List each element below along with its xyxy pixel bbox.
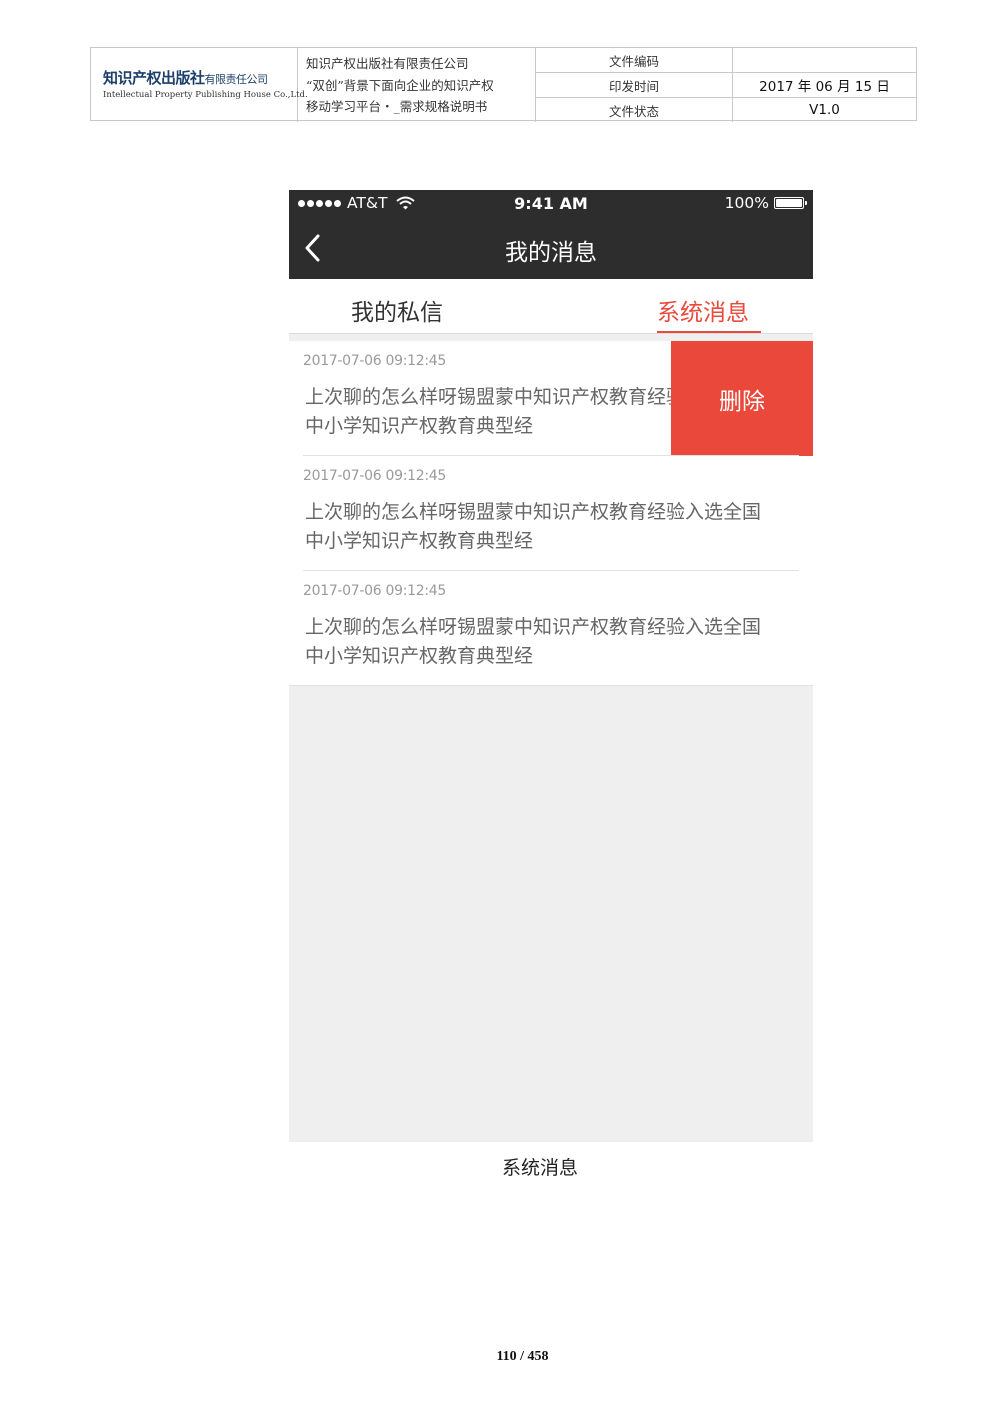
status-bar: AT&T 9:41 AM 100% (289, 190, 813, 218)
logo-name-cn: 知识产权出版社 (103, 69, 205, 88)
message-time: 2017-07-06 09:12:45 (303, 583, 446, 599)
document-header-table: 知识产权出版社有限责任公司 Intellectual Property Publ… (90, 47, 917, 122)
message-text-line1: 上次聊的怎么样呀锡盟蒙中知识产权教育经验入选全国 (305, 501, 762, 523)
battery-icon (774, 197, 807, 209)
tab-private-messages[interactable]: 我的私信 (351, 293, 443, 327)
phone-screenshot: AT&T 9:41 AM 100% 我的消息 我的私信 系统消息 2017-07… (289, 190, 813, 1142)
label-issue-date: 印发时间 (536, 73, 732, 98)
logo-name-en: Intellectual Property Publishing House C… (103, 90, 308, 101)
active-tab-indicator (657, 331, 761, 333)
divider (289, 685, 813, 686)
navigation-bar: AT&T 9:41 AM 100% 我的消息 (289, 190, 813, 279)
message-time: 2017-07-06 09:12:45 (303, 353, 446, 369)
value-issue-date: 2017 年 06 月 15 日 (733, 73, 916, 98)
value-doc-code (733, 48, 916, 73)
message-text-line2: 中小学知识产权教育典型经 (305, 530, 534, 552)
nav-title: 我的消息 (505, 240, 597, 266)
publisher-logo: 知识产权出版社有限责任公司 Intellectual Property Publ… (91, 48, 308, 122)
doc-title-line2: 移动学习平台・_需求规格说明书 (306, 99, 488, 114)
message-text-line2: 中小学知识产权教育典型经 (305, 645, 534, 667)
label-doc-code: 文件编码 (536, 48, 732, 73)
header-value-column: 2017 年 06 月 15 日 V1.0 (733, 48, 916, 122)
company-name: 知识产权出版社有限责任公司 (306, 56, 469, 71)
company-title-cell: 知识产权出版社有限责任公司 “双创”背景下面向企业的知识产权 移动学习平台・_需… (298, 48, 536, 122)
page-number: 110 / 458 (496, 1349, 549, 1364)
delete-button[interactable]: 删除 (671, 341, 813, 456)
doc-title-line1: “双创”背景下面向企业的知识产权 (306, 78, 494, 93)
list-item[interactable]: 2017-07-06 09:12:45 上次聊的怎么样呀锡盟蒙中知识产权教育经验… (289, 456, 813, 571)
message-time: 2017-07-06 09:12:45 (303, 468, 446, 484)
message-text-line1: 上次聊的怎么样呀锡盟蒙中知识产权教育经验入选全国 (305, 616, 762, 638)
label-doc-status: 文件状态 (608, 103, 659, 119)
message-list: 2017-07-06 09:12:45 上次聊的怎么样呀锡盟蒙中知识产权教育经验… (289, 341, 813, 686)
figure-caption: 系统消息 (501, 1157, 578, 1179)
logo-suffix-cn: 有限责任公司 (204, 73, 269, 87)
tab-system-messages[interactable]: 系统消息 (657, 293, 749, 327)
list-item[interactable]: 2017-07-06 09:12:45 上次聊的怎么样呀锡盟蒙中知识产权教育经验… (289, 571, 813, 686)
message-tabs: 我的私信 系统消息 (289, 279, 813, 334)
list-item[interactable]: 2017-07-06 09:12:45 上次聊的怎么样呀锡盟蒙中知识产权教育经验… (289, 341, 813, 456)
battery-percent: 100% (724, 194, 769, 212)
header-label-column: 文件编码 印发时间 文件状态 (536, 48, 733, 122)
value-doc-status: V1.0 (809, 102, 840, 118)
